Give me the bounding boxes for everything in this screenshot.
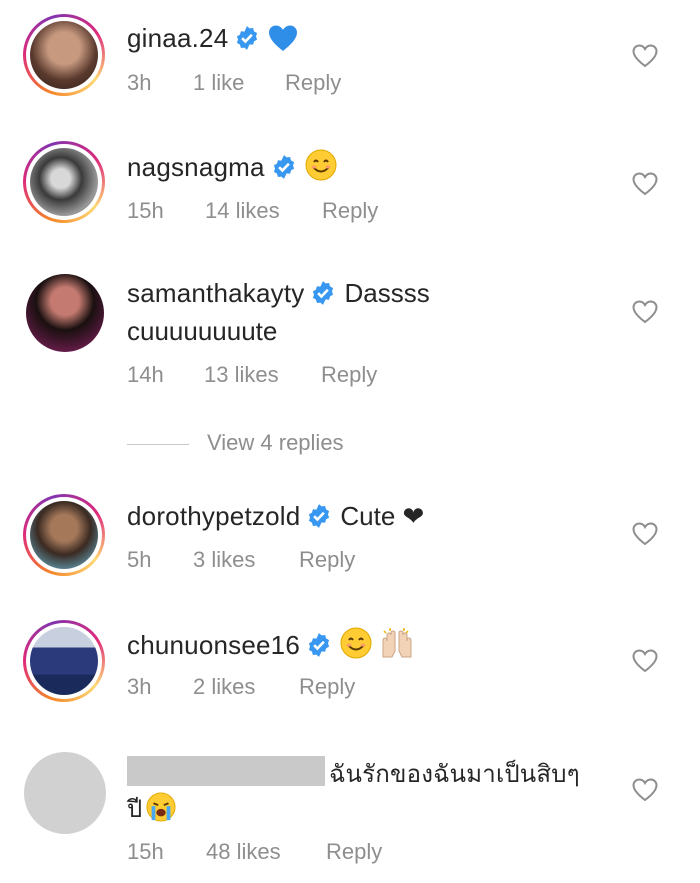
comment-text: Cute ❤ xyxy=(340,501,425,531)
loudly-crying-face-icon xyxy=(146,792,176,822)
like-count[interactable]: 48 likes xyxy=(206,839,326,865)
comment-text: Dassss xyxy=(344,278,430,308)
divider xyxy=(127,443,189,445)
like-count[interactable]: 2 likes xyxy=(193,674,299,700)
comment-header: chunuonsee16 xyxy=(127,627,414,661)
verified-badge-icon xyxy=(308,633,330,657)
timestamp: 3h xyxy=(127,70,152,95)
comment-meta: 3h 1 like Reply xyxy=(127,70,341,96)
like-heart-icon[interactable] xyxy=(632,172,658,196)
like-heart-icon[interactable] xyxy=(632,300,658,324)
timestamp: 15h xyxy=(127,198,164,223)
comment-header: dorothypetzold Cute ❤ xyxy=(127,500,424,532)
smiling-face-icon xyxy=(340,627,372,659)
reply-button[interactable]: Reply xyxy=(299,674,355,700)
like-count[interactable]: 1 like xyxy=(193,70,285,96)
view-replies-button[interactable]: View 4 replies xyxy=(127,430,344,456)
comment-header: ฉันรักของฉันมาเป็นสิบๆ xyxy=(127,756,580,790)
like-count[interactable]: 3 likes xyxy=(193,547,299,573)
avatar[interactable] xyxy=(23,620,105,702)
avatar[interactable] xyxy=(24,752,106,834)
like-count[interactable]: 13 likes xyxy=(204,362,321,388)
like-heart-icon[interactable] xyxy=(632,778,658,802)
reply-button[interactable]: Reply xyxy=(322,198,378,224)
reply-button[interactable]: Reply xyxy=(321,362,377,388)
blue-heart-icon xyxy=(269,25,298,51)
comment-meta: 15h 48 likes Reply xyxy=(127,839,382,865)
username[interactable]: chunuonsee16 xyxy=(127,630,300,660)
comment-text-line2: ปี xyxy=(127,795,143,823)
comment-meta: 14h 13 likes Reply xyxy=(127,362,377,388)
like-heart-icon[interactable] xyxy=(632,522,658,546)
username[interactable]: nagsnagma xyxy=(127,152,265,182)
like-heart-icon[interactable] xyxy=(632,44,658,68)
comment-meta: 5h 3 likes Reply xyxy=(127,547,355,573)
timestamp: 15h xyxy=(127,839,164,864)
verified-badge-icon xyxy=(313,281,334,305)
like-heart-icon[interactable] xyxy=(632,649,658,673)
avatar[interactable] xyxy=(23,141,105,223)
smiling-face-icon xyxy=(305,149,337,181)
reply-button[interactable]: Reply xyxy=(326,839,382,865)
verified-badge-icon xyxy=(237,26,258,50)
view-replies-label: View 4 replies xyxy=(207,430,344,455)
username[interactable]: samanthakayty xyxy=(127,278,304,308)
timestamp: 14h xyxy=(127,362,164,387)
comment-header: ginaa.24 xyxy=(127,22,298,54)
comment-text-continued: ปี xyxy=(127,792,176,825)
comment-text-continued: cuuuuuuuute xyxy=(127,316,278,346)
avatar[interactable] xyxy=(26,274,104,352)
reply-button[interactable]: Reply xyxy=(285,70,341,96)
avatar[interactable] xyxy=(23,494,105,576)
username[interactable]: dorothypetzold xyxy=(127,501,300,531)
comment-text: ฉันรักของฉันมาเป็นสิบๆ xyxy=(329,760,580,788)
comment-meta: 3h 2 likes Reply xyxy=(127,674,355,700)
reply-button[interactable]: Reply xyxy=(299,547,355,573)
raised-hands-icon xyxy=(382,628,412,658)
verified-badge-icon xyxy=(273,155,294,179)
verified-badge-icon xyxy=(309,504,330,528)
timestamp: 5h xyxy=(127,547,152,572)
avatar[interactable] xyxy=(23,14,105,96)
username[interactable]: ginaa.24 xyxy=(127,23,228,53)
comment-meta: 15h 14 likes Reply xyxy=(127,198,378,224)
comment-header: nagsnagma xyxy=(127,149,337,183)
redacted-username xyxy=(127,756,325,786)
comment-header: samanthakayty Dassss xyxy=(127,277,430,309)
timestamp: 3h xyxy=(127,674,152,699)
like-count[interactable]: 14 likes xyxy=(205,198,322,224)
